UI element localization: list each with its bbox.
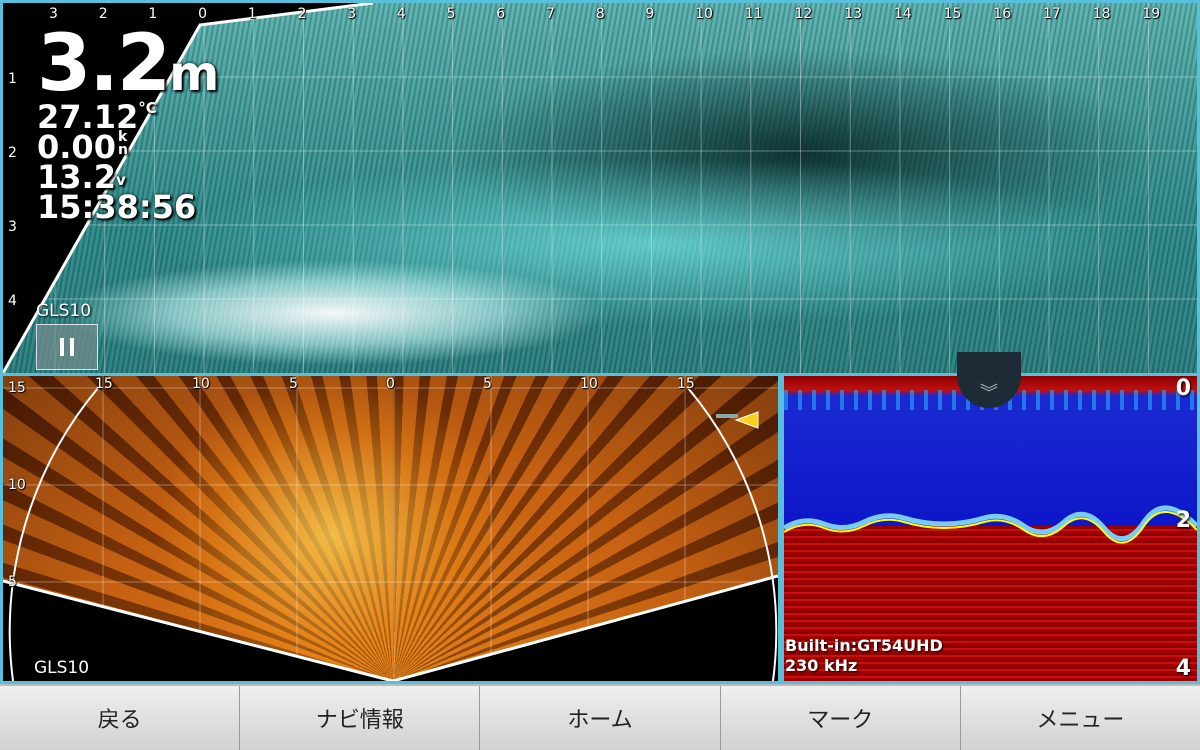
forward-x-tick: 15 [943, 6, 962, 22]
navi-info-button[interactable]: ナビ情報 [240, 686, 481, 750]
forward-x-tick: 9 [645, 6, 655, 22]
forward-y-tick: 2 [8, 145, 17, 161]
forward-x-tick: 17 [1043, 6, 1061, 22]
fan-x-tick: 5 [483, 376, 492, 392]
forward-x-tick: 8 [595, 6, 605, 22]
depth-unit: m [169, 46, 220, 102]
fan-x-tick: 10 [192, 376, 210, 392]
data-readouts: 3.2m 27.12°C 0.00 k n 13.2v 15:38:56 [37, 25, 219, 223]
forward-x-tick: 6 [496, 6, 506, 22]
fan-y-tick: 15 [8, 380, 26, 396]
back-button[interactable]: 戻る [0, 686, 241, 750]
voltage-unit: v [115, 171, 126, 189]
fan-x-tick: 10 [580, 376, 598, 392]
pause-button[interactable] [36, 324, 98, 370]
forward-x-tick: 11 [744, 6, 763, 22]
fan-x-tick: 15 [95, 376, 113, 392]
mark-button[interactable]: マーク [720, 686, 961, 750]
forward-x-tick: 3 [347, 6, 357, 22]
forward-y-tick: 1 [8, 71, 17, 87]
depth-scale-0: 0 [1175, 376, 1191, 401]
forward-y-tick: 4 [8, 293, 17, 309]
fan-x-tick: 5 [289, 376, 298, 392]
forward-x-tick: 1 [247, 6, 257, 22]
forward-source-label: GLS10 [36, 301, 92, 321]
depth-value: 3.2 [37, 19, 171, 109]
forward-x-tick: 5 [446, 6, 456, 22]
fan-source-label: GLS10 [34, 658, 90, 678]
depth-scale-2: 2 [1175, 508, 1191, 533]
bottom-toolbar: 戻る ナビ情報 ホーム マーク メニュー [0, 684, 1200, 750]
boat-direction-icon [716, 411, 759, 429]
forward-x-tick: 0 [198, 6, 208, 22]
forward-x-tick: 2 [297, 6, 307, 22]
transducer-frequency: 230 kHz [785, 656, 858, 675]
pause-icon [60, 338, 74, 356]
forward-x-tick: 19 [1142, 6, 1161, 22]
down-fan-grid [3, 376, 778, 681]
transducer-info: Built-in:GT54UHD 230 kHz [785, 636, 943, 676]
fan-blind-zone [3, 576, 778, 681]
time-value: 15:38:56 [37, 188, 197, 226]
forward-x-tick: 13 [844, 6, 863, 22]
menu-button[interactable]: メニュー [960, 686, 1200, 750]
fan-x-tick: 0 [386, 376, 395, 392]
fan-x-tick: 15 [677, 376, 695, 392]
forward-x-tick: 14 [893, 6, 912, 22]
speed-unit-n: n [117, 142, 128, 158]
fan-y-tick: 10 [8, 477, 26, 493]
home-button[interactable]: ホーム [480, 686, 721, 750]
transducer-name: Built-in:GT54UHD [785, 636, 943, 655]
forward-x-tick: 12 [794, 6, 813, 22]
forward-x-tick: 7 [546, 6, 555, 22]
forward-x-tick: 4 [396, 6, 406, 22]
forward-y-tick: 3 [8, 219, 17, 235]
water-temp-unit: °C [138, 99, 157, 117]
fan-y-tick: 5 [8, 574, 17, 590]
forward-x-tick: 18 [1092, 6, 1111, 22]
forward-sonar-pane[interactable]: 3 2 1 0 1 2 3 4 5 6 7 8 9 10 11 12 13 14 15 16 17 18 19 1234 3… [0, 0, 1200, 376]
double-chevron-down-icon: ︾ [980, 383, 998, 404]
down-fan-sonar-pane[interactable]: 15 10 5 0 5 10 15 15 10 5 GLS10 [0, 376, 781, 684]
forward-x-tick: 10 [695, 6, 713, 22]
depth-scale-4: 4 [1175, 656, 1191, 681]
forward-x-tick: 16 [993, 6, 1012, 22]
